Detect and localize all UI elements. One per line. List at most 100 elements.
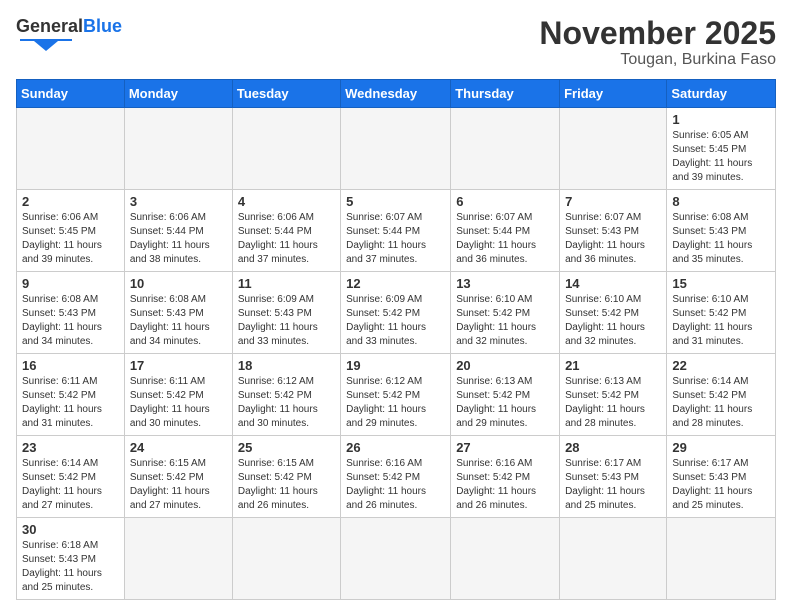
day-number: 22	[672, 358, 770, 373]
sunrise-text: Sunrise: 6:05 AM	[672, 130, 748, 141]
table-row: 1Sunrise: 6:05 AMSunset: 5:45 PMDaylight…	[667, 108, 776, 190]
day-number: 14	[565, 276, 661, 291]
day-info: Sunrise: 6:14 AMSunset: 5:42 PMDaylight:…	[672, 375, 770, 431]
day-info: Sunrise: 6:16 AMSunset: 5:42 PMDaylight:…	[346, 457, 445, 513]
table-row: 20Sunrise: 6:13 AMSunset: 5:42 PMDayligh…	[451, 354, 560, 436]
sunset-text: Sunset: 5:42 PM	[672, 308, 746, 319]
day-info: Sunrise: 6:09 AMSunset: 5:43 PMDaylight:…	[238, 293, 335, 349]
day-info: Sunrise: 6:13 AMSunset: 5:42 PMDaylight:…	[456, 375, 554, 431]
day-number: 15	[672, 276, 770, 291]
day-number: 6	[456, 194, 554, 209]
sunrise-text: Sunrise: 6:11 AM	[22, 376, 97, 387]
day-info: Sunrise: 6:07 AMSunset: 5:43 PMDaylight:…	[565, 211, 661, 267]
table-row: 24Sunrise: 6:15 AMSunset: 5:42 PMDayligh…	[124, 436, 232, 518]
sunrise-text: Sunrise: 6:08 AM	[672, 212, 748, 223]
table-row: 29Sunrise: 6:17 AMSunset: 5:43 PMDayligh…	[667, 436, 776, 518]
sunrise-text: Sunrise: 6:10 AM	[672, 294, 748, 305]
daylight-text: Daylight: 11 hours and 26 minutes.	[238, 486, 318, 511]
daylight-text: Daylight: 11 hours and 26 minutes.	[346, 486, 426, 511]
sunset-text: Sunset: 5:42 PM	[565, 308, 639, 319]
header-tuesday: Tuesday	[232, 80, 340, 108]
day-number: 5	[346, 194, 445, 209]
sunrise-text: Sunrise: 6:14 AM	[672, 376, 748, 387]
sunrise-text: Sunrise: 6:06 AM	[130, 212, 206, 223]
daylight-text: Daylight: 11 hours and 25 minutes.	[22, 568, 102, 593]
day-info: Sunrise: 6:08 AM Sunset: 5:43 PM Daylight:…	[672, 211, 770, 267]
table-row: 21Sunrise: 6:13 AMSunset: 5:42 PMDayligh…	[560, 354, 667, 436]
sunrise-text: Sunrise: 6:08 AM	[130, 294, 206, 305]
table-row: 11Sunrise: 6:09 AMSunset: 5:43 PMDayligh…	[232, 272, 340, 354]
table-row: 4Sunrise: 6:06 AMSunset: 5:44 PMDaylight…	[232, 190, 340, 272]
calendar-week-row: 30 Sunrise: 6:18 AMSunset: 5:43 PMDayligh…	[17, 518, 776, 600]
table-row: 25Sunrise: 6:15 AMSunset: 5:42 PMDayligh…	[232, 436, 340, 518]
day-number: 11	[238, 276, 335, 291]
sunrise-text: Sunrise: 6:07 AM	[346, 212, 422, 223]
sunset-text: Sunset: 5:42 PM	[238, 472, 312, 483]
page: General Blue November 2025 Tougan, Burki…	[0, 0, 792, 610]
day-number: 30	[22, 522, 119, 537]
sunrise-text: Sunrise: 6:06 AM	[22, 212, 98, 223]
daylight-text: Daylight: 11 hours and 32 minutes.	[456, 322, 536, 347]
day-info: Sunrise: 6:14 AMSunset: 5:42 PMDaylight:…	[22, 457, 119, 513]
day-info: Sunrise: 6:13 AMSunset: 5:42 PMDaylight:…	[565, 375, 661, 431]
daylight-text: Daylight: 11 hours and 31 minutes.	[672, 322, 752, 347]
sunrise-text: Sunrise: 6:08 AM	[22, 294, 98, 305]
logo-text-blue: Blue	[83, 16, 122, 37]
table-row	[451, 108, 560, 190]
table-row	[124, 518, 232, 600]
day-number: 17	[130, 358, 227, 373]
daylight-text: Daylight: 11 hours and 28 minutes.	[672, 404, 752, 429]
day-number: 4	[238, 194, 335, 209]
day-info: Sunrise: 6:17 AMSunset: 5:43 PMDaylight:…	[672, 457, 770, 513]
table-row: 19Sunrise: 6:12 AMSunset: 5:42 PMDayligh…	[341, 354, 451, 436]
table-row	[667, 518, 776, 600]
day-info: Sunrise: 6:18 AMSunset: 5:43 PMDaylight:…	[22, 539, 119, 595]
day-number: 2	[22, 194, 119, 209]
daylight-text: Daylight: 11 hours and 25 minutes.	[565, 486, 645, 511]
daylight-text: Daylight: 11 hours and 32 minutes.	[565, 322, 645, 347]
sunrise-text: Sunrise: 6:09 AM	[238, 294, 314, 305]
day-info: Sunrise: 6:17 AM Sunset: 5:43 PM Daylight:…	[565, 457, 661, 513]
sunset-text: Sunset: 5:45 PM	[672, 144, 746, 155]
table-row: 6Sunrise: 6:07 AMSunset: 5:44 PMDaylight…	[451, 190, 560, 272]
day-info: Sunrise: 6:09 AMSunset: 5:42 PMDaylight:…	[346, 293, 445, 349]
day-number: 9	[22, 276, 119, 291]
calendar-week-row: 16Sunrise: 6:11 AMSunset: 5:42 PMDayligh…	[17, 354, 776, 436]
sunset-text: Sunset: 5:42 PM	[456, 472, 530, 483]
table-row	[232, 518, 340, 600]
day-number: 24	[130, 440, 227, 455]
day-number: 1	[672, 112, 770, 127]
sunset-text: Sunset: 5:43 PM	[672, 472, 746, 483]
sunset-text: Sunset: 5:44 PM	[130, 226, 204, 237]
header-monday: Monday	[124, 80, 232, 108]
day-number: 28	[565, 440, 661, 455]
daylight-text: Daylight: 11 hours and 35 minutes.	[672, 240, 752, 265]
calendar-week-row: 9 Sunrise: 6:08 AM Sunset: 5:43 PM Daylight…	[17, 272, 776, 354]
day-number: 3	[130, 194, 227, 209]
daylight-text: Daylight: 11 hours and 34 minutes.	[130, 322, 210, 347]
day-info: Sunrise: 6:10 AMSunset: 5:42 PMDaylight:…	[565, 293, 661, 349]
table-row: 13Sunrise: 6:10 AMSunset: 5:42 PMDayligh…	[451, 272, 560, 354]
sunrise-text: Sunrise: 6:16 AM	[346, 458, 422, 469]
table-row: 12Sunrise: 6:09 AMSunset: 5:42 PMDayligh…	[341, 272, 451, 354]
title-block: November 2025 Tougan, Burkina Faso	[539, 16, 776, 69]
sunset-text: Sunset: 5:43 PM	[565, 472, 639, 483]
sunset-text: Sunset: 5:43 PM	[672, 226, 746, 237]
logo-text-general: General	[16, 16, 83, 37]
table-row: 18Sunrise: 6:12 AMSunset: 5:42 PMDayligh…	[232, 354, 340, 436]
daylight-text: Daylight: 11 hours and 27 minutes.	[22, 486, 102, 511]
header: General Blue November 2025 Tougan, Burki…	[16, 16, 776, 69]
sunset-text: Sunset: 5:43 PM	[238, 308, 312, 319]
table-row	[341, 518, 451, 600]
sunset-text: Sunset: 5:42 PM	[346, 390, 420, 401]
daylight-text: Daylight: 11 hours and 37 minutes.	[238, 240, 318, 265]
table-row	[451, 518, 560, 600]
day-number: 10	[130, 276, 227, 291]
sunrise-text: Sunrise: 6:17 AM	[565, 458, 641, 469]
sunrise-text: Sunrise: 6:12 AM	[238, 376, 314, 387]
day-number: 13	[456, 276, 554, 291]
table-row: 2Sunrise: 6:06 AMSunset: 5:45 PMDaylight…	[17, 190, 125, 272]
day-number: 19	[346, 358, 445, 373]
table-row: 16Sunrise: 6:11 AMSunset: 5:42 PMDayligh…	[17, 354, 125, 436]
sunset-text: Sunset: 5:42 PM	[22, 390, 96, 401]
